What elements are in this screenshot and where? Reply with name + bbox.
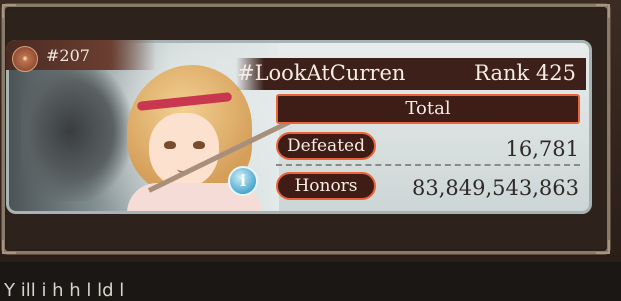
total-header: Total [276, 94, 580, 124]
crew-emblem-icon: ◉ [12, 46, 38, 72]
info-icon[interactable]: i [228, 166, 258, 196]
honors-label: Honors [276, 172, 376, 200]
player-name: #LookAtCurren [237, 61, 406, 85]
corner-ornament [596, 240, 610, 254]
corner-ornament [596, 4, 610, 18]
honors-value: 83,849,543,863 [412, 176, 579, 200]
page-body-text: Y ill i h h l ld l [4, 280, 125, 301]
character-eye [193, 141, 205, 149]
defeated-value: 16,781 [505, 137, 579, 161]
defeated-label: Defeated [276, 132, 376, 160]
character-face [149, 113, 219, 188]
corner-ornament [2, 240, 16, 254]
player-id: #207 [46, 46, 90, 65]
character-eye [164, 141, 176, 149]
corner-ornament [2, 4, 16, 18]
stat-divider [276, 164, 580, 166]
player-rank: Rank 425 [474, 61, 576, 85]
background-creature [21, 61, 131, 201]
